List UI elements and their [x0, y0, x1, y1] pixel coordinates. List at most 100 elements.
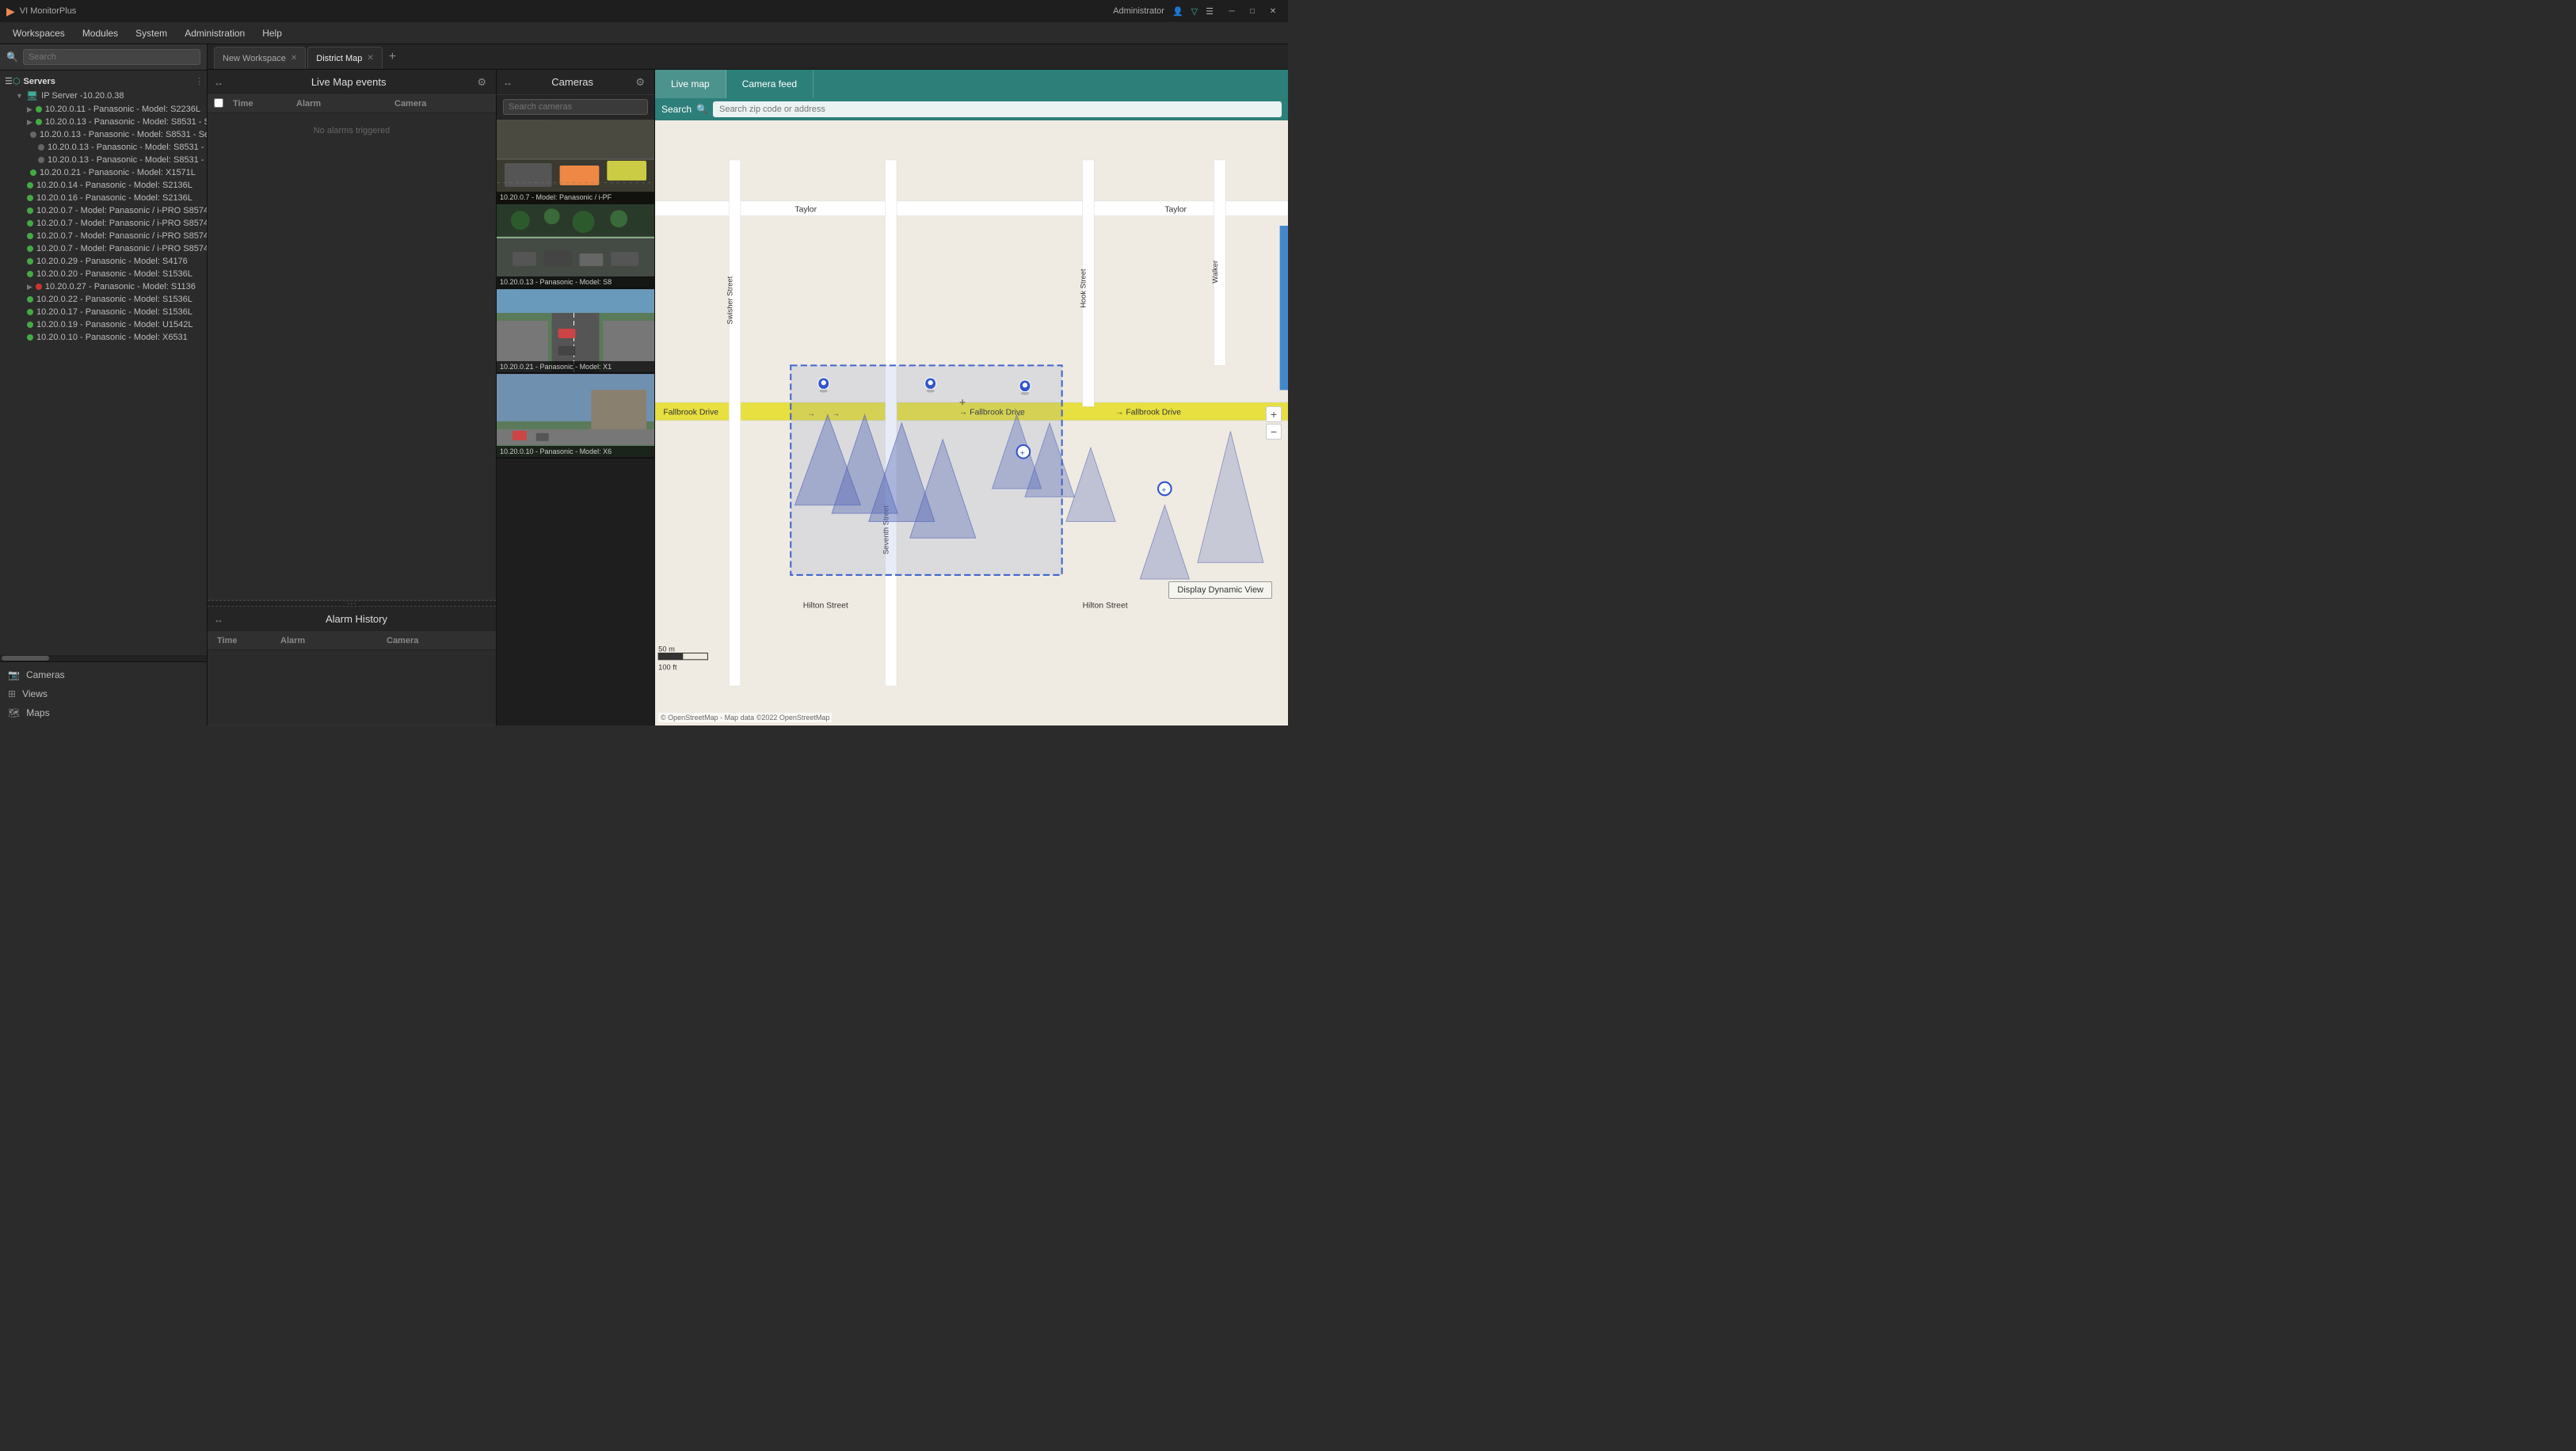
servers-expand-icon: ☰: [5, 76, 13, 86]
camera-thumb-2[interactable]: 10.20.0.13 - Panasonic - Model: S8: [497, 204, 654, 289]
camera-thumb-1[interactable]: 10.20.0.7 - Model: Panasonic / i-PF: [497, 120, 654, 204]
menu-icon[interactable]: ☰: [1206, 6, 1214, 17]
app-title: VI MonitorPlus: [20, 6, 77, 16]
tree-item-cam15[interactable]: ▶ 10.20.0.27 - Panasonic - Model: S1136: [0, 280, 207, 293]
cam16-status: [27, 296, 33, 303]
svg-text:Walker: Walker: [1211, 261, 1219, 284]
menu-workspaces[interactable]: Workspaces: [5, 25, 73, 41]
map-search-bar: Search 🔍: [655, 98, 1288, 120]
cam5-status: [38, 157, 44, 163]
events-panel-toolbar: ↔: [214, 77, 223, 88]
cam3-status: [30, 131, 36, 138]
tree-item-cam8[interactable]: 10.20.0.16 - Panasonic - Model: S2136L: [0, 192, 207, 204]
tree-item-cam6[interactable]: 10.20.0.21 - Panasonic - Model: X1571L: [0, 166, 207, 179]
zoom-in-button[interactable]: +: [1266, 406, 1282, 422]
alarm-col-alarm: Alarm: [277, 634, 383, 647]
sidebar-tree: ☰ ⬡ Servers ⋮ ▼ 🖥 IP Server -10.20.0.38 …: [0, 70, 207, 655]
tree-item-cam7[interactable]: 10.20.0.14 - Panasonic - Model: S2136L: [0, 179, 207, 192]
cam2-status: [36, 119, 42, 125]
camera-thumb-4[interactable]: 10.20.0.10 - Panasonic - Model: X6: [497, 374, 654, 459]
alarm-columns: Time Alarm Camera: [208, 632, 496, 650]
cam8-label: 10.20.0.16 - Panasonic - Model: S2136L: [36, 193, 192, 203]
zoom-out-button[interactable]: −: [1266, 424, 1282, 440]
cam14-label: 10.20.0.20 - Panasonic - Model: S1536L: [36, 269, 192, 279]
camera-search-bar: [497, 95, 654, 120]
alarm-panel-header: ↔ Alarm History: [208, 607, 496, 632]
tree-item-cam10[interactable]: 10.20.0.7 - Model: Panasonic / i-PRO S85…: [0, 217, 207, 230]
menu-system[interactable]: System: [128, 25, 175, 41]
tab-new-workspace[interactable]: New Workspace ✕: [214, 47, 306, 69]
tab-district-map-close[interactable]: ✕: [367, 54, 373, 63]
map-tab-camera-feed[interactable]: Camera feed: [726, 70, 814, 98]
svg-text:Taylor: Taylor: [1164, 205, 1187, 214]
cameras-icon: 📷: [8, 669, 20, 680]
ip-server-item[interactable]: ▼ 🖥 IP Server -10.20.0.38: [0, 89, 207, 103]
tree-item-cam11[interactable]: 10.20.0.7 - Model: Panasonic / i-PRO S85…: [0, 230, 207, 242]
cam7-label: 10.20.0.14 - Panasonic - Model: S2136L: [36, 181, 192, 190]
nav-views[interactable]: ⊞ Views: [0, 684, 207, 703]
svg-text:+: +: [959, 397, 966, 409]
tree-item-cam14[interactable]: 10.20.0.20 - Panasonic - Model: S1536L: [0, 268, 207, 280]
camera-thumb-1-svg: [497, 120, 654, 203]
tree-item-cam2[interactable]: ▶ 10.20.0.13 - Panasonic - Model: S8531 …: [0, 116, 207, 128]
camera-panel-settings-icon[interactable]: ⚙: [632, 74, 648, 90]
alarm-history-panel: ↔ Alarm History Time Alarm Camera: [208, 607, 496, 726]
map-search-label: Search: [661, 104, 692, 115]
events-col-alarm: Alarm: [293, 97, 391, 110]
attribution-text: © OpenStreetMap - Map data ©2022 OpenStr…: [661, 714, 829, 722]
maximize-button[interactable]: □: [1244, 3, 1261, 19]
panel-resize-handle[interactable]: [208, 600, 496, 607]
search-input[interactable]: [23, 49, 200, 65]
menu-help[interactable]: Help: [254, 25, 290, 41]
map-search-icon: 🔍: [696, 104, 708, 115]
cam15-expand-icon: ▶: [27, 283, 32, 291]
tree-item-cam12[interactable]: 10.20.0.7 - Model: Panasonic / i-PRO S85…: [0, 242, 207, 255]
nav-cameras[interactable]: 📷 Cameras: [0, 665, 207, 684]
servers-label: Servers: [23, 77, 55, 86]
svg-text:Hilton Street: Hilton Street: [803, 601, 848, 610]
menu-administration[interactable]: Administration: [177, 25, 253, 41]
map-container[interactable]: Taylor Taylor Fallbrook Drive → Fallbroo…: [655, 120, 1288, 726]
add-tab-button[interactable]: +: [384, 50, 401, 64]
tree-item-cam19[interactable]: 10.20.0.10 - Panasonic - Model: X6531: [0, 331, 207, 344]
cam18-label: 10.20.0.19 - Panasonic - Model: U1542L: [36, 320, 193, 329]
tree-item-cam3[interactable]: 10.20.0.13 - Panasonic - Model: S8531 - …: [0, 128, 207, 141]
servers-header[interactable]: ☰ ⬡ Servers ⋮: [0, 74, 207, 89]
tab-district-map[interactable]: District Map ✕: [307, 47, 382, 69]
events-select-all[interactable]: [214, 98, 223, 108]
tree-item-cam13[interactable]: 10.20.0.29 - Panasonic - Model: S4176: [0, 255, 207, 268]
tree-item-cam16[interactable]: 10.20.0.22 - Panasonic - Model: S1536L: [0, 293, 207, 306]
sidebar-horizontal-scrollbar[interactable]: [0, 655, 207, 661]
close-button[interactable]: ✕: [1264, 3, 1282, 19]
tree-item-cam17[interactable]: 10.20.0.17 - Panasonic - Model: S1536L: [0, 306, 207, 318]
map-tab-camera-feed-label: Camera feed: [742, 78, 797, 89]
events-panel-settings-icon[interactable]: ⚙: [474, 74, 490, 90]
sidebar: 🔍 ☰ ⬡ Servers ⋮ ▼ 🖥 IP Server -10.20.0.3…: [0, 44, 208, 726]
tab-new-workspace-close[interactable]: ✕: [291, 54, 297, 63]
display-dynamic-tooltip[interactable]: Display Dynamic View: [1168, 581, 1272, 599]
tab-district-map-label: District Map: [316, 54, 362, 63]
nav-maps[interactable]: 🗺 Maps: [0, 703, 207, 722]
sidebar-scroll-thumb[interactable]: [2, 656, 49, 661]
alarm-panel-title: Alarm History: [223, 613, 490, 625]
map-search-input[interactable]: [713, 101, 1282, 117]
menu-modules[interactable]: Modules: [74, 25, 126, 41]
tree-item-cam9[interactable]: 10.20.0.7 - Model: Panasonic / i-PRO S85…: [0, 204, 207, 217]
servers-menu-icon[interactable]: ⋮: [195, 76, 204, 86]
tree-item-cam18[interactable]: 10.20.0.19 - Panasonic - Model: U1542L: [0, 318, 207, 331]
server-label: IP Server -10.20.0.38: [41, 91, 124, 101]
svg-text:Taylor: Taylor: [795, 205, 817, 214]
cam2-label: 10.20.0.13 - Panasonic - Model: S8531 - …: [45, 117, 207, 127]
left-panels: ↔ Live Map events ⚙ Time Alarm Camera: [208, 70, 497, 726]
minimize-button[interactable]: ─: [1223, 3, 1240, 19]
map-tab-live[interactable]: Live map: [655, 70, 726, 98]
camera-search-input[interactable]: [503, 99, 648, 115]
tree-item-cam5[interactable]: 10.20.0.13 - Panasonic - Model: S8531 - …: [0, 154, 207, 166]
cam11-label: 10.20.0.7 - Model: Panasonic / i-PRO S85…: [36, 231, 207, 241]
server-expand-icon: ▼: [16, 92, 23, 100]
filter-icon: ▽: [1191, 6, 1198, 17]
tree-item-cam1[interactable]: ▶ 10.20.0.11 - Panasonic - Model: S2236L: [0, 103, 207, 116]
camera-thumb-3[interactable]: 10.20.0.21 - Panasonic - Model: X1: [497, 289, 654, 374]
svg-text:Hilton Street: Hilton Street: [1083, 601, 1128, 610]
tree-item-cam4[interactable]: 10.20.0.13 - Panasonic - Model: S8531 - …: [0, 141, 207, 154]
